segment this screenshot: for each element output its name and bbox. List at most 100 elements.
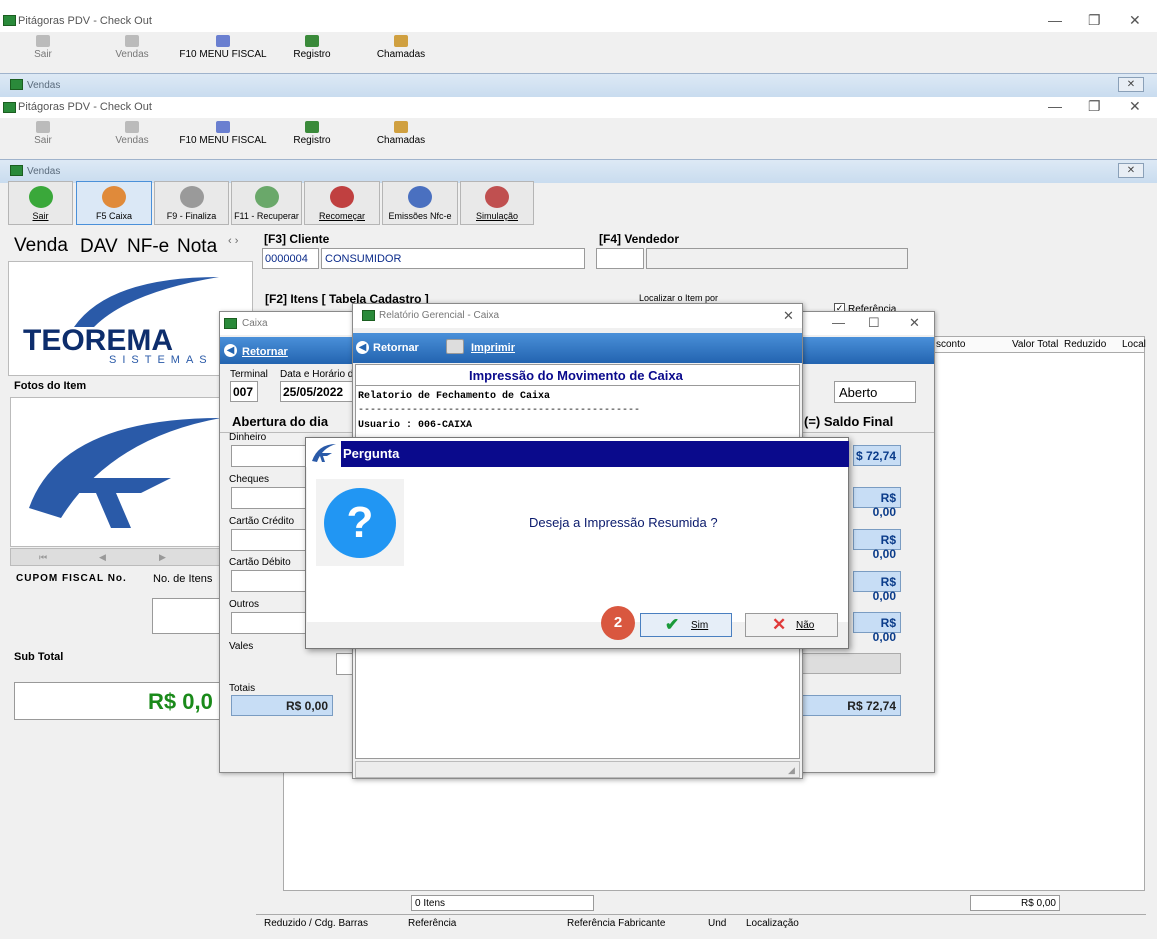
- caixa-close-icon[interactable]: ✕: [909, 315, 920, 331]
- app-title-front: Pitágoras PDV - Check Out: [18, 101, 152, 113]
- sair-button[interactable]: Sair: [8, 181, 73, 225]
- restore-front-icon[interactable]: ❐: [1088, 98, 1101, 115]
- tab-strip: Venda DAV NF-e Nota ‹ ›: [10, 233, 255, 259]
- nao-label: Não: [796, 620, 815, 631]
- grid-header-reduzido: Reduzido: [1064, 339, 1107, 350]
- cart-icon: [125, 35, 139, 47]
- nav-prev-icon[interactable]: ◀: [99, 552, 106, 563]
- toolbar-sair-button[interactable]: Sair: [28, 35, 58, 60]
- saldo-label: (=) Saldo Final: [804, 414, 894, 429]
- close-icon[interactable]: ✕: [1129, 12, 1141, 29]
- grid-header-valor-total: Valor Total: [1012, 339, 1059, 350]
- relatorio-line-3: Usuario : 006-CAIXA: [358, 420, 473, 431]
- toolbar-vendas-button[interactable]: Vendas: [112, 35, 152, 60]
- logo-sub: SISTEMAS: [109, 354, 213, 366]
- toolbar-menu-fiscal-button[interactable]: F10 MENU FISCAL: [178, 35, 268, 60]
- relatorio-heading: Impressão do Movimento de Caixa: [469, 368, 683, 383]
- bottom-header-reduzido: Reduzido / Cdg. Barras: [264, 918, 368, 929]
- grid-header-desconto: sconto: [936, 339, 966, 350]
- toolbar-menu-fiscal-front-button[interactable]: F10 MENU FISCAL: [178, 121, 268, 146]
- relatorio-line-2: ----------------------------------------…: [358, 405, 641, 416]
- toolbar-registro-button[interactable]: Registro: [290, 35, 334, 60]
- recomecar-button[interactable]: Recomeçar: [304, 181, 380, 225]
- relatorio-retornar-button[interactable]: Retornar: [373, 342, 419, 354]
- foto-navigator[interactable]: ⏮ ◀ ▶: [10, 548, 250, 566]
- pergunta-message: Deseja a Impressão Resumida ?: [529, 515, 718, 530]
- close-front-icon[interactable]: ✕: [1129, 98, 1141, 115]
- calculator-icon: [485, 186, 509, 208]
- relatorio-close-icon[interactable]: ✕: [783, 308, 794, 324]
- caixa-title: Caixa: [242, 318, 268, 329]
- recuperar-button[interactable]: F11 - Recuperar: [231, 181, 302, 225]
- finaliza-button[interactable]: F9 - Finaliza: [154, 181, 229, 225]
- toolbar-registro-front-button[interactable]: Registro: [290, 121, 334, 146]
- app-icon-front: [3, 102, 16, 113]
- abertura-dinheiro-input[interactable]: [231, 445, 306, 467]
- house-icon: [102, 186, 126, 208]
- simulacao-button[interactable]: Simulação: [460, 181, 534, 225]
- toolbar-vendas-front-button[interactable]: Vendas: [112, 121, 152, 146]
- pergunta-titlebar: Pergunta: [306, 438, 849, 467]
- terminal-label: Terminal: [230, 369, 268, 380]
- cart-front-icon: [125, 121, 139, 133]
- tab-nfe[interactable]: NF-e: [127, 236, 169, 258]
- totais-abertura-value: R$ 0,00: [231, 695, 333, 716]
- caixa-retornar-button[interactable]: Retornar: [242, 346, 288, 358]
- sim-button[interactable]: ✔ Sim: [640, 613, 732, 637]
- minimize-icon[interactable]: —: [1048, 12, 1062, 28]
- logo-swoosh-icon: [74, 277, 219, 327]
- caixa-icon: [224, 318, 237, 329]
- tab-dav[interactable]: DAV: [80, 236, 118, 258]
- tab-nota[interactable]: Nota: [177, 236, 217, 258]
- cliente-code-field[interactable]: 0000004: [262, 248, 319, 269]
- nao-button[interactable]: ✕ Não: [745, 613, 838, 637]
- relatorio-titlebar: Relatório Gerencial - Caixa ✕: [353, 304, 802, 328]
- relatorio-printer-icon: [446, 339, 464, 354]
- abertura-debito-input[interactable]: [231, 570, 306, 592]
- abertura-label: Abertura do dia: [232, 414, 329, 429]
- app-titlebar: Pitágoras PDV - Check Out — ❐ ✕: [0, 0, 1157, 32]
- relatorio-imprimir-button[interactable]: Imprimir: [471, 342, 515, 354]
- nav-next-icon[interactable]: ▶: [159, 552, 166, 563]
- vendedor-code-field[interactable]: [596, 248, 644, 269]
- row-label-totais: Totais: [229, 683, 256, 694]
- row-label-cartao-debito: Cartão Débito: [229, 557, 291, 568]
- question-icon: ?: [324, 488, 396, 558]
- no-itens-label: No. de Itens: [153, 573, 213, 585]
- main-toolbar-front: Sair Vendas F10 MENU FISCAL Registro Cha…: [0, 118, 1157, 151]
- localizar-label: Localizar o Item por: [639, 293, 719, 303]
- subtotal-value: R$ 0,0: [148, 689, 213, 714]
- tab-venda[interactable]: Venda: [14, 235, 68, 257]
- abertura-outros-input[interactable]: [231, 612, 306, 634]
- tab-scroll-arrows[interactable]: ‹ ›: [228, 235, 238, 247]
- caixa-minimize-icon[interactable]: —: [832, 315, 845, 330]
- mdi-close-back-button[interactable]: ✕: [1118, 77, 1144, 92]
- vendas-front-icon: [10, 165, 23, 176]
- caixa-maximize-icon[interactable]: ☐: [868, 315, 880, 331]
- vendedor-label: [F4] Vendedor: [599, 232, 680, 246]
- toolbar-sair-front-button[interactable]: Sair: [28, 121, 58, 146]
- nav-first-icon[interactable]: ⏮: [39, 552, 47, 563]
- abertura-cheques-input[interactable]: [231, 487, 306, 509]
- saldo-debito-value: R$ 0,00: [853, 571, 901, 603]
- subtotal-label: Sub Total: [14, 651, 64, 663]
- relatorio-statusbar: ◢: [355, 761, 800, 778]
- resize-grip-icon[interactable]: ◢: [788, 765, 795, 776]
- mdi-close-button[interactable]: ✕: [1118, 163, 1144, 178]
- toolbar-chamadas-button[interactable]: Chamadas: [376, 35, 426, 60]
- minimize-front-icon[interactable]: —: [1048, 98, 1062, 114]
- vendedor-name-field[interactable]: [646, 248, 908, 269]
- cliente-name-field[interactable]: CONSUMIDOR: [321, 248, 585, 269]
- step-badge: 2: [601, 606, 635, 640]
- relatorio-bluebar: ◀ Retornar Imprimir: [353, 333, 802, 363]
- vendas-mdi-bar: Vendas ✕: [0, 159, 1157, 183]
- x-icon: ✕: [772, 615, 787, 634]
- restore-icon[interactable]: ❐: [1088, 12, 1101, 29]
- printer-icon: [179, 186, 204, 208]
- relatorio-retornar-icon: ◀: [356, 341, 369, 354]
- caixa-button[interactable]: F5 Caixa: [76, 181, 152, 225]
- emissoes-button[interactable]: Emissões Nfc-e: [382, 181, 458, 225]
- vendas-title-back: Vendas: [27, 80, 61, 91]
- toolbar-chamadas-front-button[interactable]: Chamadas: [376, 121, 426, 146]
- abertura-credito-input[interactable]: [231, 529, 306, 551]
